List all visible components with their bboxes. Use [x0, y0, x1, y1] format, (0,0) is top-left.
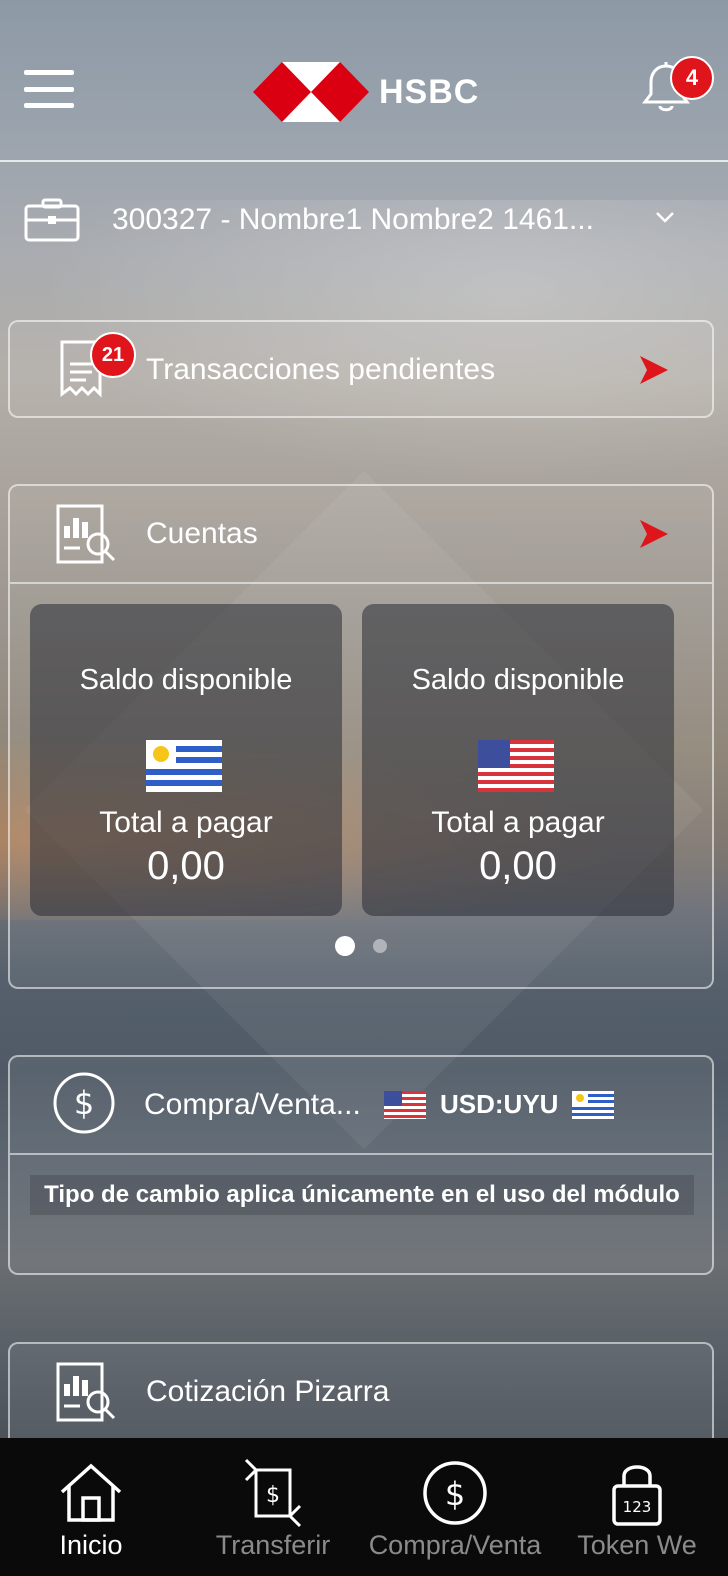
brand-name: HSBC [379, 72, 480, 111]
lock-icon: 123 [612, 1465, 662, 1526]
carousel-pager [10, 936, 712, 956]
exchange-card: $ Compra/Venta... USD:UYU Tipo de cambio… [8, 1055, 714, 1275]
balance-card-uyu[interactable]: Saldo disponible Total a pagar 0,00 [30, 604, 342, 916]
arrow-right-icon[interactable] [640, 356, 668, 384]
accounts-card: Cuentas Saldo disponible Total a pagar 0… [8, 484, 714, 989]
report-icon [56, 1362, 116, 1422]
dollar-circle-icon: $ [423, 1461, 487, 1525]
nav-label: Compra/Venta [368, 1530, 542, 1560]
hamburger-menu-icon[interactable] [24, 70, 74, 108]
nav-compra-venta[interactable]: $ Compra/Venta [364, 1438, 546, 1576]
account-selector[interactable]: 300327 - Nombre1 Nombre2 1461... [24, 192, 704, 248]
accounts-label: Cuentas [146, 517, 258, 550]
balance-card-usd[interactable]: Saldo disponible Total a pagar 0,00 [362, 604, 674, 916]
uruguay-flag-icon [572, 1090, 615, 1119]
nav-label: Transferir [215, 1530, 331, 1560]
balance-title: Saldo disponible [411, 664, 625, 696]
uruguay-flag-icon [146, 740, 222, 792]
usa-flag-icon [478, 740, 554, 792]
bottom-navigation: Inicio $ Transferir $ Compra/Venta 123 T… [0, 1438, 728, 1576]
balance-title: Saldo disponible [79, 664, 293, 696]
divider [10, 1153, 712, 1155]
nav-token[interactable]: 123 Token We [546, 1438, 728, 1576]
balance-subtitle: Total a pagar [99, 806, 273, 839]
notifications-button[interactable]: 4 [640, 56, 714, 116]
divider [10, 582, 712, 584]
svg-text:$: $ [266, 1483, 280, 1508]
svg-text:$: $ [445, 1475, 465, 1513]
currency-pair-label: USD:UYU [440, 1089, 559, 1119]
quote-board-label: Cotización Pizarra [146, 1375, 390, 1408]
notifications-badge: 4 [670, 56, 714, 100]
pending-count-badge: 21 [90, 332, 136, 378]
nav-label: Token We [577, 1530, 697, 1560]
briefcase-icon [24, 198, 80, 242]
hsbc-hexagon-logo [253, 62, 369, 122]
account-label: 300327 - Nombre1 Nombre2 1461... [112, 203, 594, 236]
pager-dot-active[interactable] [335, 936, 355, 956]
hsbc-logo: HSBC [253, 62, 479, 122]
pending-transactions-label: Transacciones pendientes [146, 353, 496, 386]
home-icon [60, 1463, 122, 1522]
balance-amount: 0,00 [479, 844, 557, 888]
balance-subtitle: Total a pagar [431, 806, 605, 839]
svg-text:123: 123 [623, 1498, 652, 1516]
transfer-icon: $ [244, 1458, 302, 1528]
nav-inicio[interactable]: Inicio [0, 1438, 182, 1576]
exchange-note: Tipo de cambio aplica únicamente en el u… [30, 1175, 694, 1215]
app-header: HSBC 4 [0, 0, 728, 162]
svg-text:$: $ [74, 1084, 94, 1122]
nav-label: Inicio [59, 1530, 123, 1560]
arrow-right-icon[interactable] [640, 520, 668, 548]
balance-amount: 0,00 [147, 844, 225, 888]
currency-pair: USD:UYU [384, 1089, 615, 1120]
usa-flag-icon [384, 1090, 426, 1119]
dollar-circle-icon: $ [53, 1072, 115, 1134]
nav-transferir[interactable]: $ Transferir [182, 1438, 364, 1576]
pager-dot[interactable] [373, 939, 387, 953]
exchange-header[interactable]: $ Compra/Venta... USD:UYU [10, 1057, 712, 1153]
exchange-label: Compra/Venta... [144, 1088, 361, 1121]
pending-transactions-card[interactable]: Transacciones pendientes 21 [8, 320, 714, 418]
report-icon [56, 504, 116, 564]
chevron-down-icon[interactable] [654, 206, 676, 228]
accounts-header[interactable]: Cuentas [10, 486, 712, 582]
